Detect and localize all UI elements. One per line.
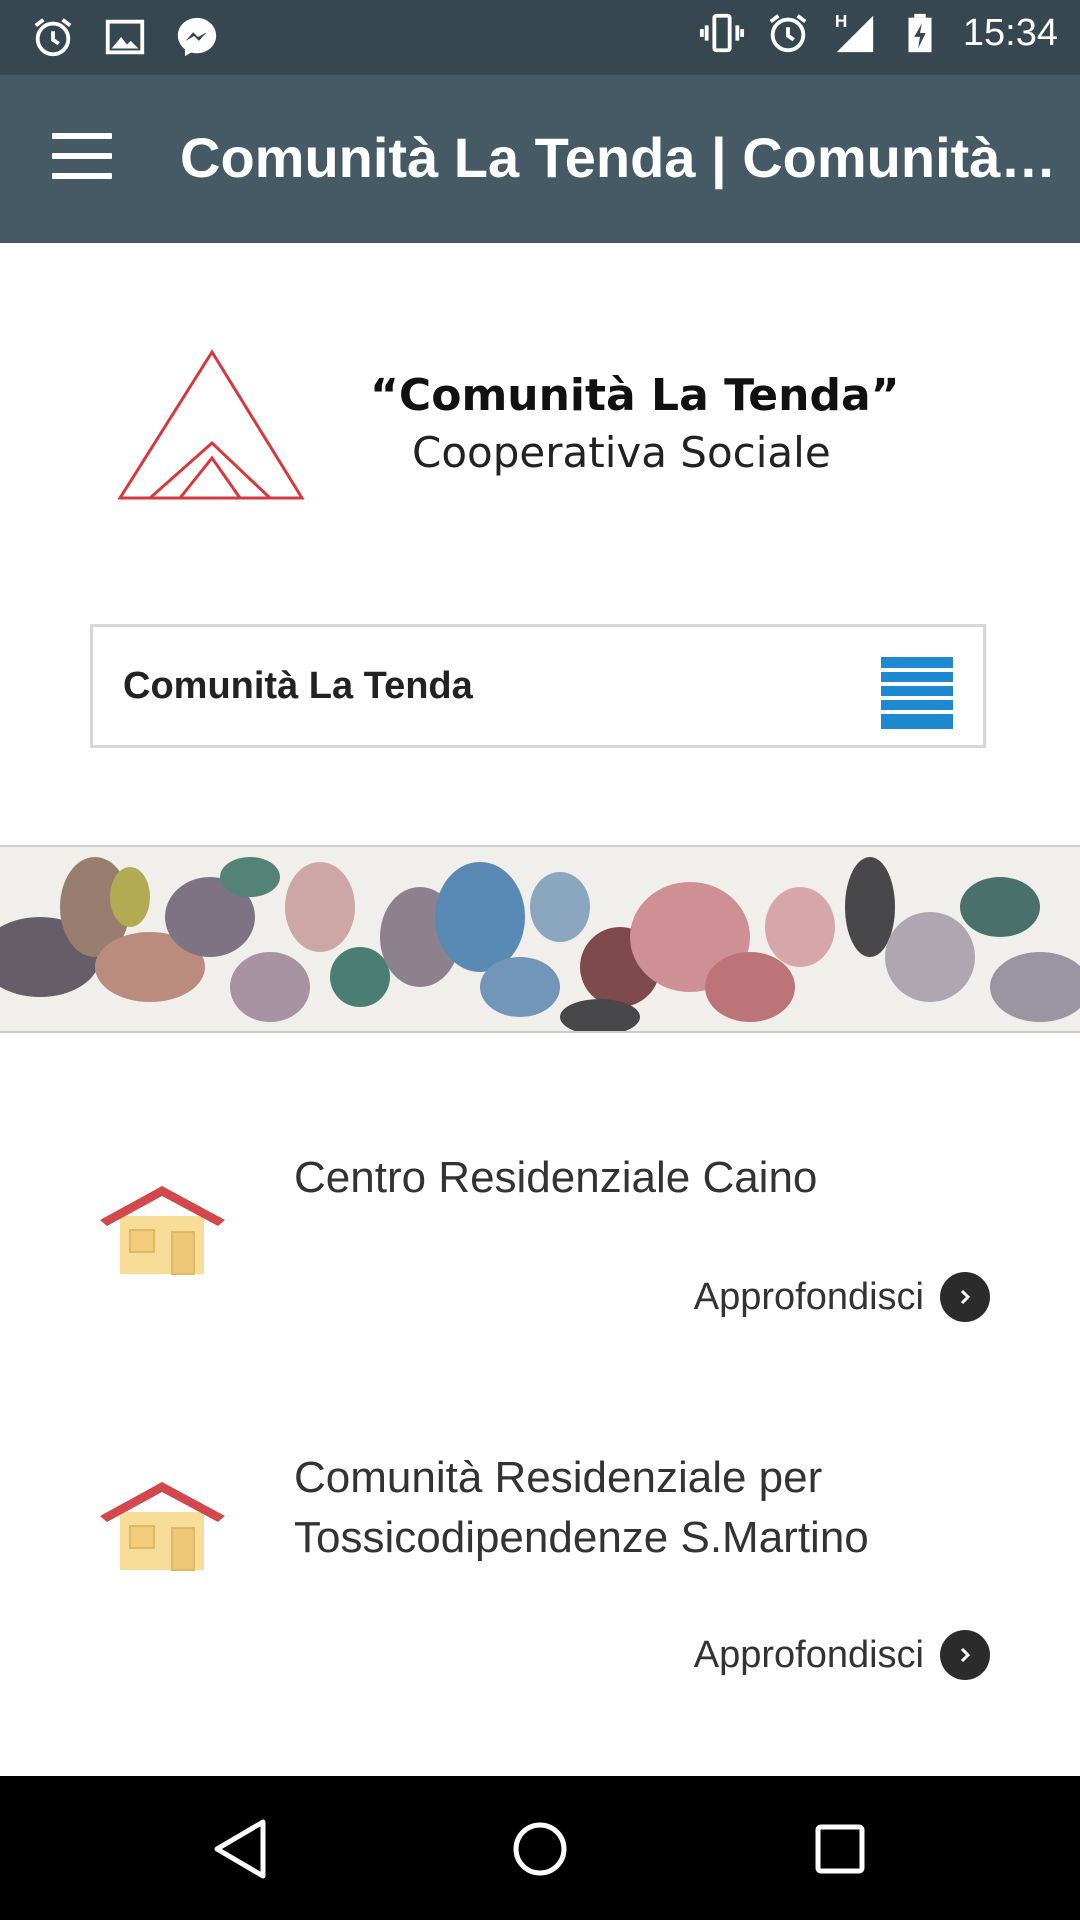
item-title: Centro Residenziale Caino <box>294 1153 818 1202</box>
logo-title: “Comunità La Tenda” <box>370 370 900 421</box>
logo-subtitle: Cooperativa Sociale <box>412 428 831 477</box>
item-title: Comunità Residenziale per Tossicodipende… <box>294 1453 869 1562</box>
alarm-icon <box>769 14 807 53</box>
list-item: Centro Residenziale Caino Approfondisci <box>0 1140 1080 1340</box>
network-type-label: H <box>835 11 847 31</box>
house-icon <box>100 1186 225 1275</box>
list-item: Comunità Residenziale per Tossicodipende… <box>0 1440 1080 1700</box>
signal-h-icon: H <box>835 11 874 53</box>
read-more-label: Approfondisci <box>693 1275 924 1318</box>
read-more-link[interactable]: Approfondisci <box>694 1630 990 1680</box>
system-icons: H 15:34 <box>699 10 1058 56</box>
list-menu-icon <box>881 657 953 729</box>
home-icon[interactable] <box>505 1814 575 1884</box>
app-bar: Comunità La Tenda | Comunità ... <box>0 75 1080 243</box>
read-more-label: Approfondisci <box>693 1633 924 1676</box>
chevron-right-icon <box>940 1630 990 1680</box>
recents-icon[interactable] <box>805 1814 875 1884</box>
app-title: Comunità La Tenda | Comunità ... <box>180 126 1060 189</box>
image-icon <box>105 19 145 55</box>
hamburger-menu-icon[interactable] <box>52 133 112 179</box>
site-menu-label: Comunità La Tenda <box>123 665 473 707</box>
status-bar: H 15:34 <box>0 0 1080 75</box>
logo: “Comunità La Tenda” Cooperativa Sociale <box>110 340 940 520</box>
status-time: 15:34 <box>962 11 1058 54</box>
handprints-banner-image <box>0 845 1080 1033</box>
read-more-link[interactable]: Approfondisci <box>694 1272 990 1322</box>
back-icon[interactable] <box>205 1814 275 1884</box>
site-menu-dropdown[interactable]: Comunità La Tenda <box>90 624 986 748</box>
messenger-icon <box>177 17 217 57</box>
navigation-bar <box>0 1776 1080 1920</box>
house-icon <box>100 1482 225 1571</box>
notification-icons <box>30 14 220 60</box>
tent-logo-icon <box>117 349 305 500</box>
battery-charging-icon <box>908 13 932 53</box>
vibrate-icon <box>699 13 744 53</box>
alarm-icon <box>34 18 72 57</box>
chevron-right-icon <box>940 1272 990 1322</box>
